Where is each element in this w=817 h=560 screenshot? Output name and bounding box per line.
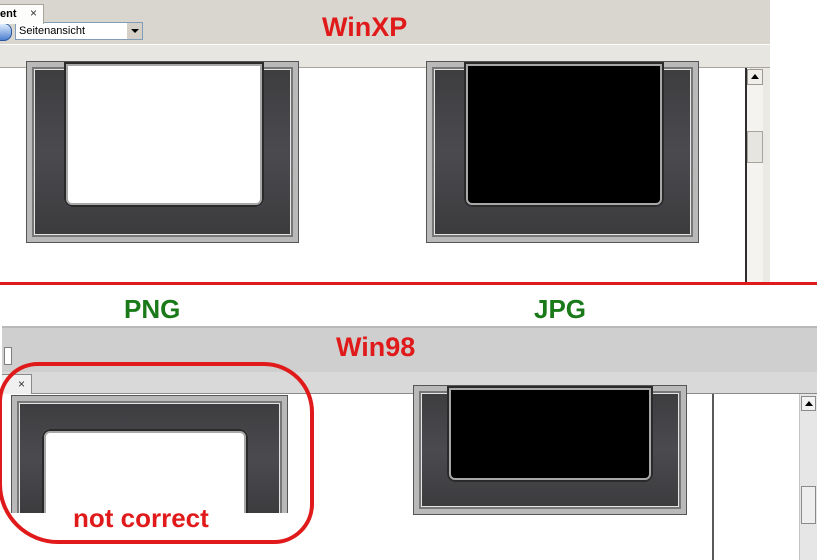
winxp-title: WinXP — [322, 12, 408, 42]
winxp-document-tab[interactable]: ent × — [0, 4, 44, 24]
scrollbar-track[interactable] — [799, 394, 817, 560]
jpg-label: JPG — [534, 294, 587, 324]
scrollbar-track[interactable] — [747, 85, 763, 282]
scroll-up-icon[interactable] — [747, 69, 763, 85]
jpg-frame-black-center — [464, 62, 664, 207]
page-edge — [725, 68, 747, 282]
not-correct-annotation: not correct — [73, 503, 209, 533]
view-select[interactable]: Seitenansicht — [15, 22, 143, 40]
win98-title: Win98 — [336, 332, 416, 362]
view-select[interactable] — [4, 347, 12, 365]
png-label: PNG — [124, 294, 181, 324]
winxp-screenshot: Seitenansicht WinXP ent × — [0, 0, 770, 282]
scrollbar-thumb[interactable] — [801, 486, 816, 524]
png-frame-image — [27, 62, 298, 242]
red-divider-line — [0, 282, 817, 285]
scroll-up-icon[interactable] — [801, 396, 816, 411]
jpg-frame-black-center — [447, 386, 653, 482]
tab-label: ent — [0, 8, 17, 20]
jpg-frame-image — [414, 386, 686, 514]
chevron-down-icon[interactable] — [126, 23, 142, 39]
page-edge — [712, 394, 714, 560]
png-frame-transparent-center — [64, 62, 264, 207]
view-select-value: Seitenansicht — [19, 25, 86, 37]
scrollbar-thumb[interactable] — [747, 131, 763, 163]
jpg-frame-image — [427, 62, 698, 242]
close-icon[interactable]: × — [30, 6, 37, 20]
